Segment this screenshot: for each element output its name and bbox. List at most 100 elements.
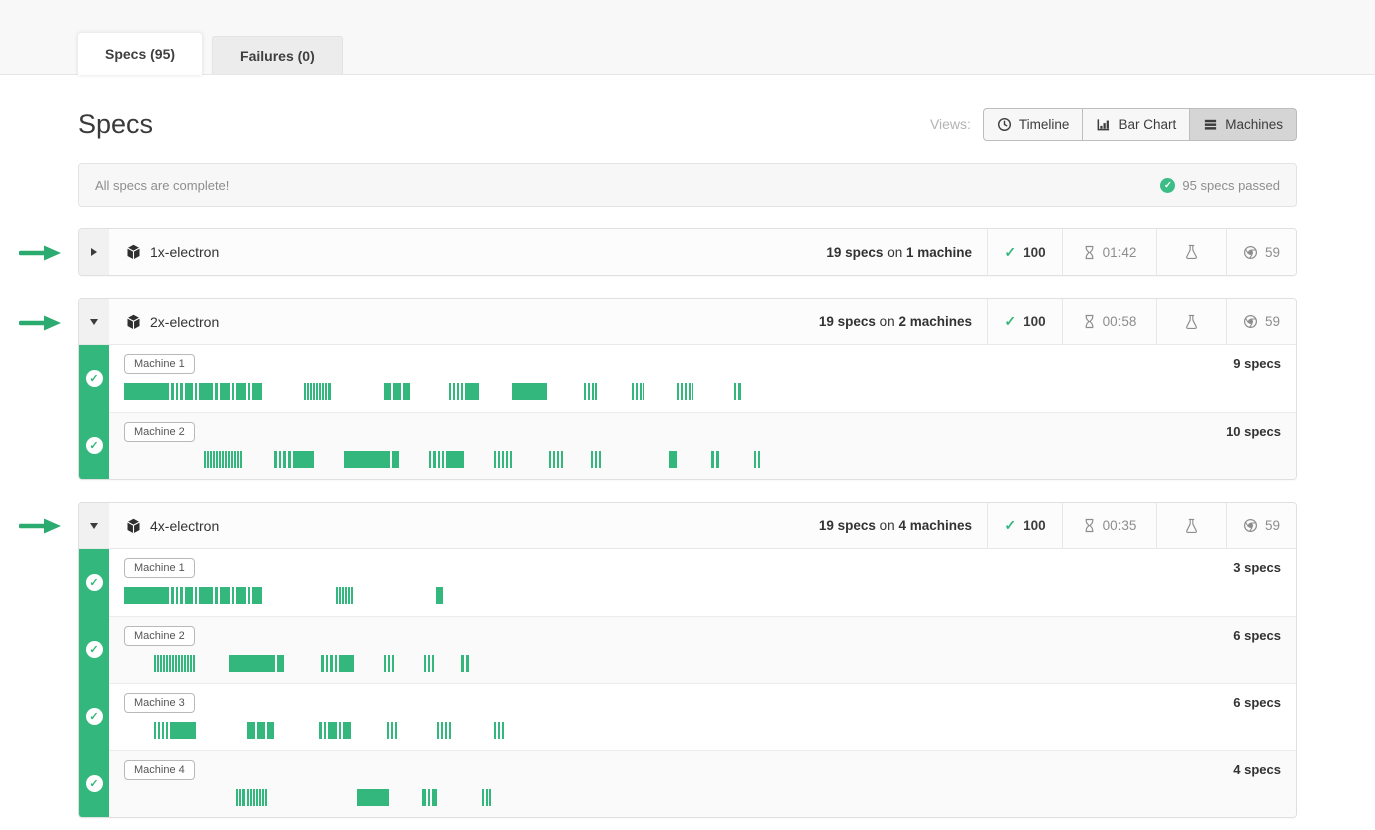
machine-body: Machine 3 6 specs	[109, 683, 1296, 750]
summary-conjunction: on	[876, 518, 899, 533]
bar-chart-view-label: Bar Chart	[1118, 117, 1176, 132]
duration-stat: 00:58	[1062, 299, 1156, 344]
electron-flask-icon	[1184, 314, 1199, 330]
expand-toggle[interactable]	[79, 229, 109, 275]
caret-down-icon	[90, 319, 98, 325]
machines-view-label: Machines	[1225, 117, 1283, 132]
specs-passed-count: 95 specs passed	[1182, 178, 1280, 193]
check-circle-icon: ✓	[1160, 178, 1175, 193]
chrome-icon	[1243, 314, 1258, 329]
machine-body: Machine 2 10 specs	[109, 412, 1296, 479]
cube-icon	[126, 244, 141, 260]
group-name-cell: 2x-electron	[109, 299, 219, 344]
machine-spec-count: 9 specs	[1233, 356, 1281, 371]
spec-timeline-bars	[124, 587, 1281, 604]
group-header-4x-electron[interactable]: 4x-electron 19 specs on 4 machines ✓100 …	[79, 503, 1296, 549]
machine-status-passed: ✓	[79, 616, 109, 683]
bar-chart-view-button[interactable]: Bar Chart	[1082, 108, 1190, 141]
browser-stat	[1156, 503, 1226, 548]
hourglass-icon	[1083, 518, 1096, 533]
passed-value: 100	[1023, 518, 1046, 533]
machine-row: ✓ Machine 1 3 specs	[79, 549, 1296, 616]
timeline-view-label: Timeline	[1019, 117, 1070, 132]
alert-status: ✓ 95 specs passed	[1160, 178, 1280, 193]
hourglass-icon	[1083, 245, 1096, 260]
check-icon: ✓	[1004, 517, 1016, 534]
views-button-group: Timeline Bar Chart Machines	[983, 108, 1297, 141]
check-circle-icon: ✓	[86, 370, 103, 387]
caret-right-icon	[91, 248, 97, 256]
machine-spec-count: 6 specs	[1233, 628, 1281, 643]
annotation-arrow	[18, 315, 62, 331]
views-label: Views:	[930, 116, 971, 132]
spec-timeline-bars	[124, 722, 1281, 739]
duration-stat: 00:35	[1062, 503, 1156, 548]
check-circle-icon: ✓	[86, 775, 103, 792]
bar-chart-icon	[1096, 117, 1111, 132]
check-circle-icon: ✓	[86, 574, 103, 591]
expand-toggle[interactable]	[79, 299, 109, 344]
completion-alert: All specs are complete! ✓ 95 specs passe…	[78, 163, 1297, 207]
duration-value: 00:35	[1103, 518, 1137, 533]
passed-stat: ✓ 100	[987, 229, 1062, 275]
annotation-arrow	[18, 245, 62, 261]
machine-spec-count: 3 specs	[1233, 560, 1281, 575]
browser-version-stat: 59	[1226, 503, 1296, 548]
tab-specs[interactable]: Specs (95)	[78, 33, 202, 75]
spec-group-4x-electron: 4x-electron 19 specs on 4 machines ✓100 …	[78, 502, 1297, 818]
group-machine-count: 1 machine	[906, 245, 972, 260]
machine-badge: Machine 3	[124, 693, 195, 713]
timeline-view-button[interactable]: Timeline	[983, 108, 1084, 141]
page-title: Specs	[78, 109, 153, 140]
tab-failures-label: Failures (0)	[240, 48, 315, 64]
group-header-1x-electron[interactable]: 1x-electron 19 specs on 1 machine ✓ 100 0…	[79, 229, 1296, 275]
spec-group-1x-electron: 1x-electron 19 specs on 1 machine ✓ 100 0…	[78, 228, 1297, 276]
spec-timeline-bars	[124, 383, 1281, 400]
group-name-cell: 1x-electron	[109, 229, 219, 275]
passed-value: 100	[1023, 314, 1046, 329]
check-circle-icon: ✓	[86, 437, 103, 454]
check-circle-icon: ✓	[86, 641, 103, 658]
chrome-icon	[1243, 245, 1258, 260]
browser-version-value: 59	[1265, 518, 1280, 533]
machines-view-button[interactable]: Machines	[1189, 108, 1297, 141]
machine-badge: Machine 1	[124, 354, 195, 374]
summary-conjunction: on	[883, 245, 906, 260]
group-name: 4x-electron	[150, 518, 219, 534]
group-name: 1x-electron	[150, 244, 219, 260]
browser-stat	[1156, 229, 1226, 275]
passed-stat: ✓ 100	[987, 503, 1062, 548]
cube-icon	[126, 314, 141, 330]
machine-row: ✓ Machine 2 10 specs	[79, 412, 1296, 479]
machine-row: ✓ Machine 3 6 specs	[79, 683, 1296, 750]
title-row: Specs Views: Timeline Bar Chart Machines	[78, 106, 1297, 142]
machine-body: Machine 1 3 specs	[109, 549, 1296, 616]
machine-badge: Machine 2	[124, 422, 195, 442]
duration-value: 00:58	[1103, 314, 1137, 329]
views-switcher: Views: Timeline Bar Chart Machines	[930, 108, 1297, 141]
electron-flask-icon	[1184, 518, 1199, 534]
machine-status-passed: ✓	[79, 412, 109, 479]
group-spec-count: 19 specs	[826, 245, 883, 260]
machine-spec-count: 6 specs	[1233, 695, 1281, 710]
machine-status-passed: ✓	[79, 345, 109, 412]
passed-stat: ✓100	[987, 299, 1062, 344]
passed-value: 100	[1023, 245, 1046, 260]
check-icon: ✓	[1004, 244, 1016, 261]
cube-icon	[126, 518, 141, 534]
tab-specs-label: Specs (95)	[105, 46, 175, 62]
machine-spec-count: 10 specs	[1226, 424, 1281, 439]
browser-version-value: 59	[1265, 314, 1280, 329]
machine-status-passed: ✓	[79, 683, 109, 750]
group-header-2x-electron[interactable]: 2x-electron 19 specs on 2 machines ✓100 …	[79, 299, 1296, 345]
duration-stat: 01:42	[1062, 229, 1156, 275]
hourglass-icon	[1083, 314, 1096, 329]
spec-timeline-bars	[124, 789, 1281, 806]
group-machine-count: 4 machines	[898, 518, 972, 533]
group-machines-summary: 19 specs on 1 machine	[826, 229, 987, 275]
tab-failures[interactable]: Failures (0)	[212, 36, 343, 74]
machine-row: ✓ Machine 4 4 specs	[79, 750, 1296, 817]
machines-icon	[1203, 117, 1218, 132]
caret-down-icon	[90, 523, 98, 529]
expand-toggle[interactable]	[79, 503, 109, 548]
